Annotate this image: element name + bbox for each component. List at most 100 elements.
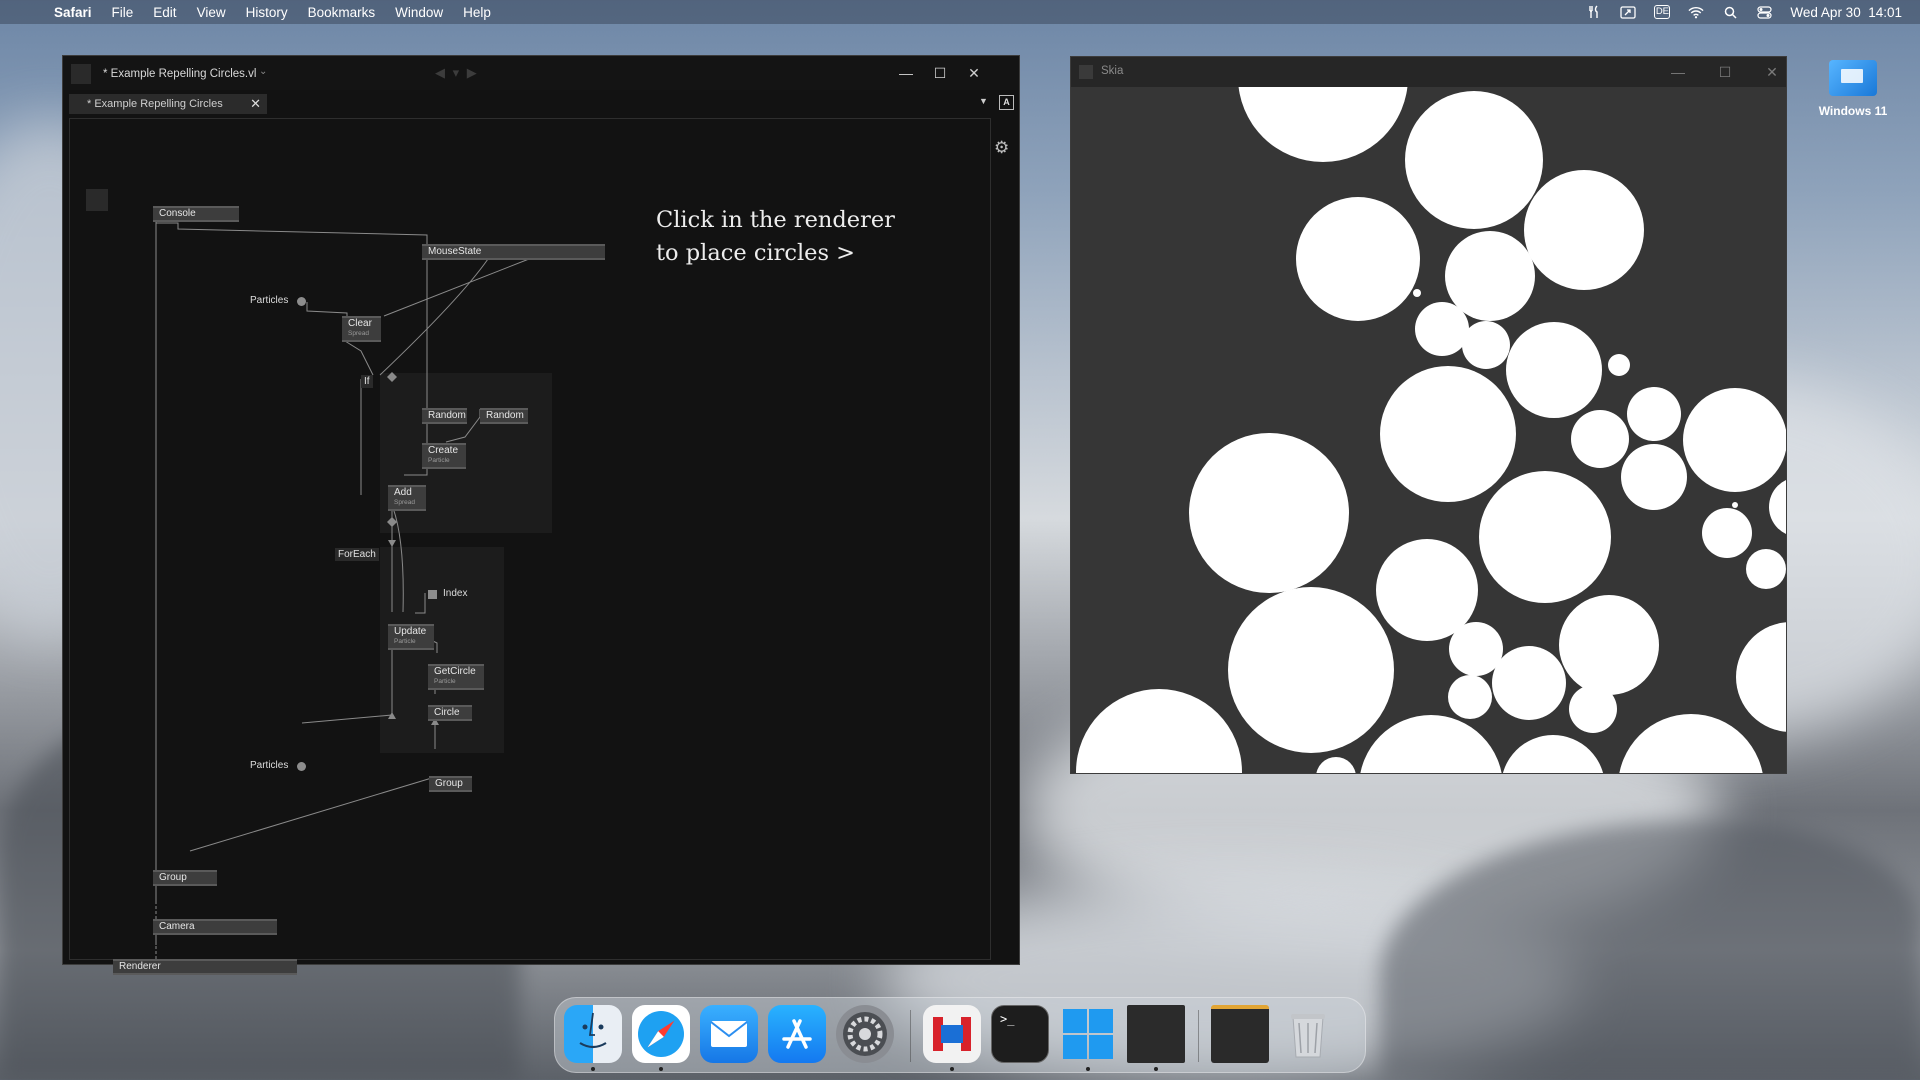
circle	[1736, 622, 1786, 732]
renderer-canvas[interactable]	[1071, 87, 1786, 773]
circle	[1502, 735, 1604, 773]
node-mousestate[interactable]: MouseState	[422, 244, 605, 260]
tab-example-repelling-circles[interactable]: * Example Repelling Circles ✕	[69, 94, 267, 114]
skia-title-bar[interactable]: Skia — ☐ ✕	[1071, 57, 1786, 87]
skia-window-icon	[1079, 65, 1093, 79]
node-console[interactable]: Console	[153, 206, 239, 222]
trash-icon[interactable]	[1279, 1005, 1337, 1063]
node-renderer[interactable]: Renderer	[113, 959, 297, 975]
circle	[1228, 587, 1394, 753]
parallels-status-icon[interactable]	[1620, 5, 1637, 19]
desktop-icon-label: Windows 11	[1818, 104, 1888, 118]
particles-pad-bottom[interactable]	[297, 762, 306, 771]
index-label: Index	[443, 588, 468, 599]
gear-icon[interactable]: ⚙	[994, 138, 1009, 158]
wifi-icon[interactable]	[1688, 5, 1704, 19]
windows-icon[interactable]	[1059, 1005, 1117, 1063]
node-getcircle-label: GetCircle	[434, 666, 476, 677]
particles-label-bottom: Particles	[250, 760, 289, 771]
control-center-icon[interactable]	[1756, 5, 1772, 19]
running-indicator	[659, 1067, 663, 1071]
node-if[interactable]: If	[361, 375, 373, 388]
circle	[1524, 170, 1644, 290]
node-create-label: Create	[428, 445, 459, 456]
circle	[1445, 231, 1535, 321]
node-foreach[interactable]: ForEach	[335, 548, 379, 561]
node-create[interactable]: Create Particle	[422, 443, 466, 469]
search-icon[interactable]	[1722, 5, 1738, 19]
circle	[1506, 322, 1602, 418]
node-random-2[interactable]: Random	[480, 408, 528, 424]
index-pad[interactable]	[428, 590, 437, 599]
desktop-icon-windows-11[interactable]: Windows 11	[1812, 60, 1894, 118]
folder-icon[interactable]	[1211, 1005, 1269, 1063]
vvvv-dock-icon[interactable]	[1127, 1005, 1185, 1063]
node-getcircle[interactable]: GetCircle Particle	[428, 664, 484, 690]
title-dropdown-icon[interactable]: ⌄	[259, 66, 267, 77]
skia-window-title: Skia	[1101, 65, 1124, 77]
maximize-button[interactable]: ☐	[929, 62, 951, 84]
a-button[interactable]: A	[999, 95, 1014, 110]
node-add[interactable]: Add Spread	[388, 485, 426, 511]
system-settings-icon[interactable]	[836, 1005, 894, 1063]
mail-icon[interactable]	[700, 1005, 758, 1063]
circle	[1627, 387, 1681, 441]
node-clear-category: Spread	[348, 330, 369, 337]
node-group-inner[interactable]: Group	[429, 776, 472, 792]
node-camera[interactable]: Camera	[153, 919, 277, 935]
circle	[1076, 689, 1242, 773]
tab-close-icon[interactable]: ✕	[250, 94, 261, 114]
menu-bar: Safari File Edit View History Bookmarks …	[0, 0, 1920, 24]
circle	[1621, 444, 1687, 510]
node-update[interactable]: Update Particle	[388, 624, 434, 650]
menu-bookmarks[interactable]: Bookmarks	[308, 5, 376, 20]
circle	[1569, 685, 1617, 733]
tab-dropdown-icon[interactable]: ▼	[979, 96, 988, 106]
menu-help[interactable]: Help	[463, 5, 491, 20]
close-button[interactable]: ✕	[963, 62, 985, 84]
skia-close-button[interactable]: ✕	[1761, 61, 1783, 83]
menu-history[interactable]: History	[246, 5, 288, 20]
menu-edit[interactable]: Edit	[153, 5, 176, 20]
menu-file[interactable]: File	[112, 5, 134, 20]
dock-separator	[910, 1010, 911, 1062]
particles-pad-top[interactable]	[297, 297, 306, 306]
tab-label: * Example Repelling Circles	[87, 98, 223, 110]
dock-separator-2	[1198, 1010, 1199, 1062]
menubar-clock[interactable]: Wed Apr 30 14:01	[1790, 5, 1902, 20]
nav-arrows-icon[interactable]: ◀ ▾ ▶	[435, 65, 479, 81]
safari-icon[interactable]	[632, 1005, 690, 1063]
node-clear-label: Clear	[348, 318, 372, 329]
hint-line-1: Click in the renderer	[656, 207, 895, 233]
menu-app-safari[interactable]: Safari	[54, 5, 92, 20]
circle	[1479, 471, 1611, 603]
circle	[1462, 321, 1510, 369]
running-indicator	[591, 1067, 595, 1071]
node-random-1[interactable]: Random	[422, 408, 467, 424]
node-getcircle-category: Particle	[434, 678, 456, 685]
menu-view[interactable]: View	[197, 5, 226, 20]
terminal-icon[interactable]: >_	[991, 1005, 1049, 1063]
circle	[1492, 646, 1566, 720]
keyboard-layout-icon[interactable]: DE	[1654, 5, 1671, 19]
circle	[1769, 479, 1786, 535]
skia-minimize-button[interactable]: —	[1667, 61, 1689, 83]
windows-vm-icon	[1829, 60, 1877, 96]
running-indicator	[950, 1067, 954, 1071]
minimize-button[interactable]: —	[895, 62, 917, 84]
circle	[1746, 549, 1786, 589]
node-update-label: Update	[394, 626, 427, 637]
circle	[1683, 388, 1786, 492]
node-circle[interactable]: Circle	[428, 705, 472, 721]
skia-maximize-button[interactable]: ☐	[1714, 61, 1736, 83]
node-group-outer[interactable]: Group	[153, 870, 217, 886]
node-clear[interactable]: Clear Spread	[342, 316, 381, 342]
parallels-icon[interactable]	[923, 1005, 981, 1063]
app-store-icon[interactable]	[768, 1005, 826, 1063]
fork-knife-icon[interactable]	[1586, 5, 1602, 19]
circle	[1702, 508, 1752, 558]
menu-window[interactable]: Window	[395, 5, 443, 20]
editor-title-bar[interactable]: * Example Repelling Circles.vl ⌄ ◀ ▾ ▶ —…	[63, 56, 1019, 90]
finder-icon[interactable]	[564, 1005, 622, 1063]
circle	[1619, 714, 1763, 773]
